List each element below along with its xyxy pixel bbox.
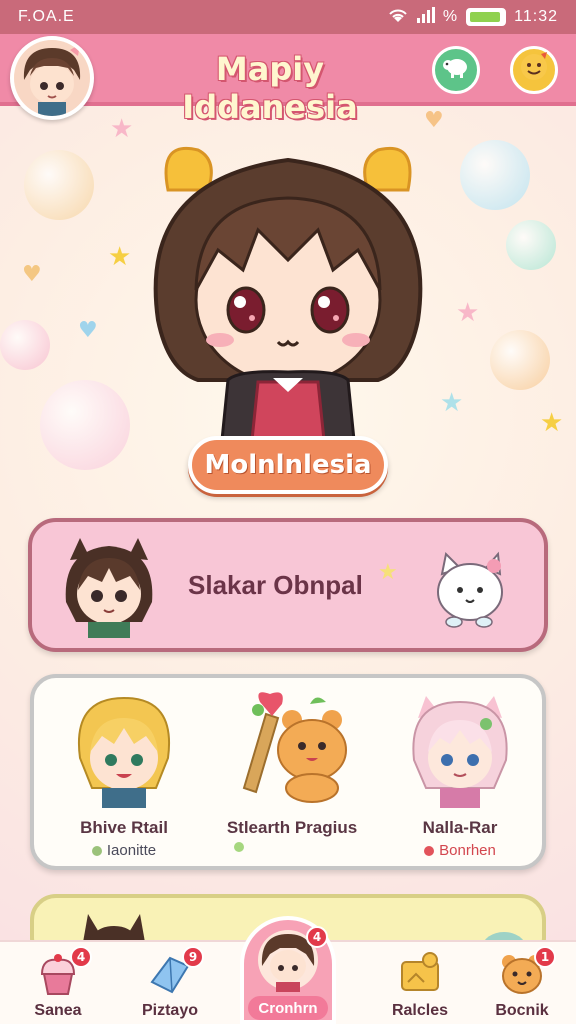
clock: 11:32	[514, 8, 558, 25]
profile-card[interactable]: Slakar Obnpal ★	[28, 518, 548, 652]
nav-label: Sanea	[34, 1002, 82, 1019]
carrier-label: F.OA.E	[18, 8, 75, 25]
cat-pet-icon	[424, 544, 514, 638]
nav-label: Cronhrn	[248, 996, 328, 1020]
status-dot	[91, 845, 102, 856]
friend-status: Iaonitte	[44, 842, 204, 859]
friend-status-text: Iaonitte	[106, 842, 157, 859]
battery-icon	[466, 8, 507, 26]
decor-bubble	[460, 140, 530, 210]
wifi-icon	[387, 7, 409, 28]
friend-status: Bonrhen	[380, 842, 540, 859]
sheep-icon	[442, 55, 470, 85]
friend-name: Stlearth Pragius	[226, 818, 358, 837]
user-avatar[interactable]	[10, 36, 94, 120]
decor-bubble	[0, 320, 50, 370]
star-icon: ★	[540, 408, 564, 438]
nav-label: Piztayo	[141, 1002, 198, 1019]
signal-icon	[416, 6, 435, 28]
notification-badge: 1	[534, 946, 556, 968]
heart-icon: ♥	[78, 318, 98, 343]
friend-status-text: Bonrhen	[439, 842, 496, 859]
app-title: Mapiy Iddanesia	[182, 50, 358, 126]
decor-bubble	[40, 380, 130, 470]
friends-card: Bhive Rtail Iaonitte Stlearth Pragius Na…	[30, 674, 546, 870]
nav-item-bocnik[interactable]: 1 Bocnik	[472, 946, 572, 1024]
profile-name: Slakar Obnpal	[188, 570, 363, 600]
friend-name: Nalla-Rar	[422, 818, 498, 837]
status-dot	[234, 842, 244, 852]
status-right: % 11:32	[387, 6, 558, 28]
nav-item-piztayo[interactable]: 9 Piztayo	[120, 946, 220, 1024]
smiley-icon	[519, 52, 549, 88]
nav-item-reader[interactable]: Ralcles	[370, 946, 470, 1024]
star-icon: ★	[378, 560, 398, 585]
notification-badge: 4	[306, 926, 328, 948]
decor-bubble	[24, 150, 94, 220]
nav-label: Bocnik	[495, 1002, 549, 1019]
notification-badge: 9	[182, 946, 204, 968]
friend-name: Bhive Rtail	[80, 818, 168, 837]
sheep-button[interactable]	[432, 46, 480, 94]
star-icon: ★	[456, 298, 480, 328]
profile-avatar	[56, 532, 162, 642]
nav-label: Ralcles	[391, 1002, 449, 1019]
nav-item-sanea[interactable]: 4 Sanea	[8, 946, 108, 1024]
battery-percent: %	[442, 8, 459, 25]
decor-bubble	[490, 330, 550, 390]
notification-badge: 4	[70, 946, 92, 968]
card-icon	[398, 952, 442, 996]
status-bar: F.OA.E % 11:32	[0, 0, 576, 34]
nav-item-center[interactable]: 4 Cronhrn	[240, 916, 336, 1024]
hero-character[interactable]	[128, 120, 448, 442]
status-dot	[424, 845, 435, 856]
heart-icon: ♥	[22, 262, 42, 287]
character-name-button[interactable]: Molnlnlesia	[188, 436, 388, 494]
friend-status	[212, 842, 372, 852]
decor-bubble	[506, 220, 556, 270]
smiley-button[interactable]	[510, 46, 558, 94]
